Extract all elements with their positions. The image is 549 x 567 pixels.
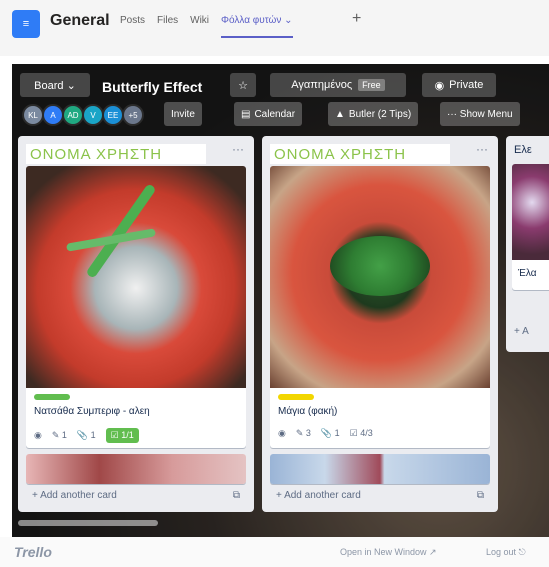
comments-count: 3 bbox=[305, 428, 311, 438]
board-title[interactable]: Butterfly Effect bbox=[102, 79, 202, 95]
card-cover-image bbox=[26, 166, 246, 388]
butler-label: Butler (2 Tips) bbox=[348, 108, 412, 120]
trello-board: Board ⌄ Butterfly Effect ☆ Αγαπημένος Fr… bbox=[12, 64, 549, 537]
card-title: Μάγια (φακή) bbox=[278, 406, 338, 417]
avatar-more[interactable]: +5 bbox=[122, 104, 144, 126]
attachments-count: 1 bbox=[334, 428, 340, 438]
butler-button[interactable]: ▲ Butler (2 Tips) bbox=[328, 102, 419, 126]
tab-posts[interactable]: Posts bbox=[120, 15, 145, 38]
list-title[interactable]: ΟΝΟΜΑ ΧΡΗΣΤΗ bbox=[26, 144, 206, 164]
attachments-badge: 📎 1 bbox=[320, 428, 340, 438]
card-cover-image bbox=[270, 166, 490, 388]
card[interactable]: Μάγια (φακή) ◉ ✎ 3 📎 1 ☑ 4/3 bbox=[270, 166, 490, 448]
avatar[interactable]: A bbox=[42, 104, 64, 126]
calendar-label: Calendar bbox=[254, 108, 296, 120]
card-cover-image bbox=[512, 164, 549, 260]
visibility-label: Private bbox=[449, 79, 484, 91]
card[interactable]: Νατσάθα Συμπεριφ - αλεη ◉ ✎ 1 📎 1 ☑ 1/1 bbox=[26, 166, 246, 448]
list-menu-icon[interactable]: ··· bbox=[232, 142, 244, 156]
tab-wiki[interactable]: Wiki bbox=[190, 15, 209, 38]
add-tab-icon[interactable]: + bbox=[352, 10, 361, 28]
seedlings bbox=[330, 236, 430, 296]
card-label[interactable] bbox=[34, 394, 70, 400]
list-title[interactable]: ΟΝΟΜΑ ΧΡΗΣΤΗ bbox=[270, 144, 450, 164]
avatar[interactable]: EE bbox=[102, 104, 124, 126]
comments-badge: ✎ 3 bbox=[295, 428, 311, 438]
tab-files[interactable]: Files bbox=[157, 15, 178, 38]
add-card-button[interactable]: + Add another card bbox=[276, 490, 361, 501]
teams-app-window: ≡ General Posts Files Wiki Φόλλα φυτών ⌄… bbox=[0, 0, 549, 567]
tab-trello-board[interactable]: Φόλλα φυτών ⌄ bbox=[221, 15, 293, 38]
workspace-button[interactable]: Αγαπημένος Free bbox=[270, 73, 406, 97]
calendar-icon: ▤ bbox=[241, 108, 251, 120]
card-cover-image bbox=[26, 454, 246, 484]
list-title[interactable]: Ελε bbox=[514, 144, 532, 156]
trello-logo: Trello bbox=[14, 544, 52, 560]
avatar[interactable]: V bbox=[82, 104, 104, 126]
watch-icon: ◉ bbox=[34, 430, 42, 440]
calendar-button[interactable]: ▤ Calendar bbox=[234, 102, 303, 126]
comments-badge: ✎ 1 bbox=[51, 430, 67, 440]
horizontal-scrollbar[interactable] bbox=[18, 520, 158, 526]
list-menu-icon[interactable]: ··· bbox=[476, 142, 488, 156]
card-title: Έλα bbox=[518, 268, 537, 279]
card[interactable]: Έλα bbox=[512, 164, 549, 290]
teams-header: ≡ General Posts Files Wiki Φόλλα φυτών ⌄… bbox=[0, 0, 549, 56]
card-cover-image bbox=[270, 454, 490, 484]
board-switcher-button[interactable]: Board ⌄ bbox=[20, 73, 90, 97]
workspace-free-badge: Free bbox=[358, 79, 385, 91]
channel-tabs: Posts Files Wiki Φόλλα φυτών ⌄ bbox=[120, 15, 293, 38]
checklist-count: 1/1 bbox=[121, 430, 134, 440]
star-icon[interactable]: ☆ bbox=[230, 73, 256, 97]
invite-button[interactable]: Invite bbox=[164, 102, 202, 126]
add-card-button[interactable]: + A bbox=[514, 326, 529, 337]
board-members: KL A AD V EE +5 bbox=[22, 104, 144, 126]
attachments-badge: 📎 1 bbox=[76, 430, 96, 440]
trello-footer: Trello Open in New Window ↗ Log out ⎋ bbox=[0, 537, 549, 567]
card-badges: ◉ ✎ 3 📎 1 ☑ 4/3 bbox=[278, 428, 373, 439]
logout-link[interactable]: Log out ⎋ bbox=[486, 547, 526, 558]
channel-title: General bbox=[50, 12, 110, 29]
card-badges: ◉ ✎ 1 📎 1 ☑ 1/1 bbox=[34, 428, 139, 443]
watch-icon: ◉ bbox=[278, 428, 286, 438]
avatar[interactable]: KL bbox=[22, 104, 44, 126]
checklist-badge: ☑ 1/1 bbox=[105, 428, 139, 443]
card-template-icon[interactable]: ⧉ bbox=[233, 490, 240, 501]
list-column: Ελε Έλα + A bbox=[506, 136, 549, 352]
attachments-count: 1 bbox=[90, 430, 96, 440]
list-column: ΟΝΟΜΑ ΧΡΗΣΤΗ ··· Νατσάθα Συμπεριφ - αλεη… bbox=[18, 136, 254, 512]
board-header: Board ⌄ Butterfly Effect ☆ Αγαπημένος Fr… bbox=[12, 70, 549, 100]
card-title: Νατσάθα Συμπεριφ - αλεη bbox=[34, 406, 150, 417]
comments-count: 1 bbox=[61, 430, 67, 440]
visibility-button[interactable]: ◉ Private bbox=[422, 73, 496, 97]
card-template-icon[interactable]: ⧉ bbox=[477, 490, 484, 501]
butler-icon: ▲ bbox=[335, 108, 345, 120]
list-column: ΟΝΟΜΑ ΧΡΗΣΤΗ ··· Μάγια (φακή) ◉ ✎ 3 📎 1 … bbox=[262, 136, 498, 512]
card-label[interactable] bbox=[278, 394, 314, 400]
checklist-count: 4/3 bbox=[360, 428, 373, 438]
avatar[interactable]: AD bbox=[62, 104, 84, 126]
lock-icon: ◉ bbox=[434, 79, 445, 92]
show-menu-button[interactable]: ··· Show Menu bbox=[440, 102, 520, 126]
add-card-button[interactable]: + Add another card bbox=[32, 490, 117, 501]
card[interactable] bbox=[26, 454, 246, 484]
card[interactable] bbox=[270, 454, 490, 484]
open-new-window-link[interactable]: Open in New Window ↗ bbox=[340, 547, 437, 558]
team-avatar-icon[interactable]: ≡ bbox=[12, 10, 40, 38]
checklist-badge: ☑ 4/3 bbox=[349, 428, 373, 438]
workspace-label: Αγαπημένος bbox=[291, 79, 353, 91]
